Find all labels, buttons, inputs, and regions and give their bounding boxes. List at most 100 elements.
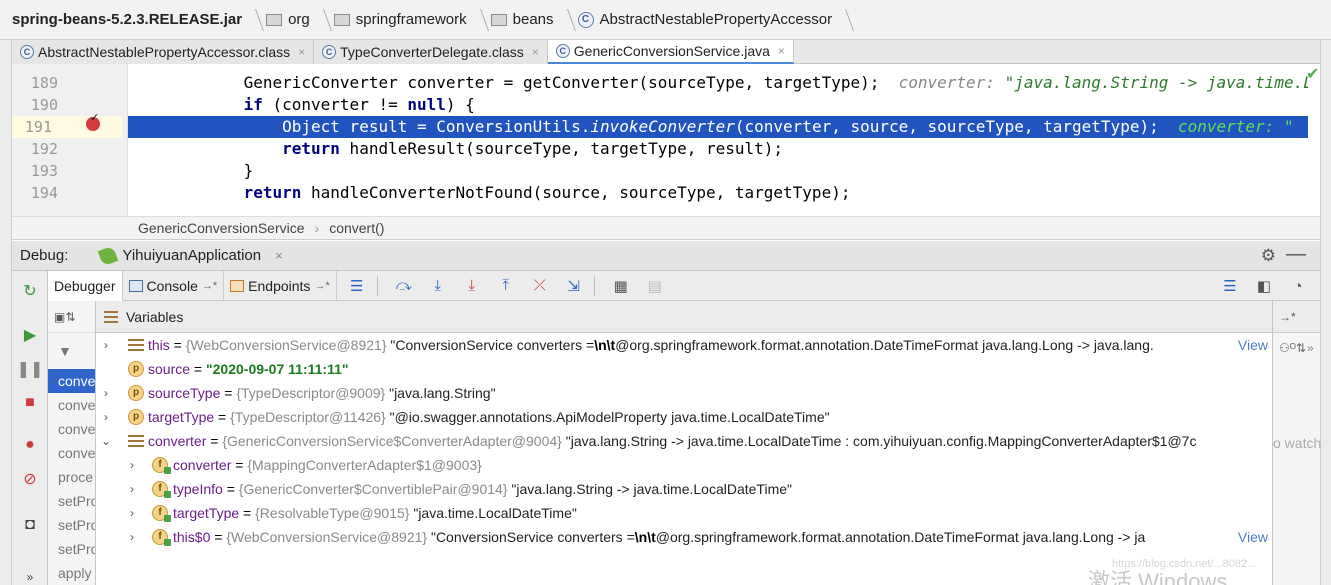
toolbar-divider bbox=[376, 275, 378, 296]
expand-arrow-icon[interactable]: › bbox=[100, 333, 112, 357]
final-field-icon: f bbox=[152, 481, 171, 498]
run-to-cursor-icon[interactable]: ⇲ bbox=[560, 274, 588, 298]
line-number: 191 bbox=[12, 116, 122, 138]
endpoints-icon bbox=[230, 279, 245, 292]
pause-icon[interactable]: ❚❚ bbox=[17, 359, 44, 379]
left-tool-strip bbox=[0, 40, 12, 585]
breadcrumb-jar[interactable]: spring-beans-5.2.3.RELEASE.jar bbox=[12, 0, 266, 40]
parameter-icon: p bbox=[128, 409, 144, 425]
expand-arrow-icon[interactable]: › bbox=[126, 453, 138, 477]
evaluate-expression-icon[interactable]: ▦ bbox=[607, 274, 635, 298]
watches-actions-icon[interactable]: ⚇ᴼ⇅ bbox=[1279, 341, 1306, 355]
frame-item[interactable]: proce bbox=[48, 465, 95, 489]
stop-icon[interactable]: ■ bbox=[20, 393, 40, 413]
breadcrumb-org[interactable]: org bbox=[266, 0, 334, 40]
step-into-icon[interactable]: ⤓ bbox=[424, 274, 452, 298]
breadcrumb-class-name[interactable]: GenericConversionService bbox=[138, 220, 305, 236]
breadcrumb-springframework[interactable]: springframework bbox=[333, 0, 491, 40]
trace-icon[interactable]: ▤ bbox=[641, 274, 669, 298]
view-breakpoints-icon[interactable]: ● bbox=[20, 435, 40, 455]
thread-icon[interactable]: ▣⇅ bbox=[54, 310, 75, 324]
frame-item[interactable]: conve bbox=[48, 417, 95, 441]
class-icon: C bbox=[555, 44, 570, 58]
editor-tabs: C AbstractNestablePropertyAccessor.class ×… bbox=[12, 40, 1320, 64]
frame-item[interactable]: setPro bbox=[48, 489, 95, 513]
minimize-icon[interactable]: — bbox=[1286, 243, 1306, 266]
breadcrumb-beans[interactable]: beans bbox=[490, 0, 578, 40]
more-icon[interactable]: » bbox=[1307, 341, 1314, 355]
settings-icon[interactable]: ◔ bbox=[1284, 274, 1312, 298]
close-icon[interactable]: × bbox=[778, 44, 785, 58]
variable-row-this0[interactable]: › f this$0 = {WebConversionService@8921}… bbox=[96, 525, 1272, 549]
close-icon[interactable]: × bbox=[275, 248, 283, 263]
force-step-into-icon[interactable]: ⤓ bbox=[458, 274, 486, 298]
expand-arrow-icon[interactable]: › bbox=[126, 525, 138, 549]
tab-generic-conversion-service[interactable]: C GenericConversionService.java × bbox=[547, 40, 794, 64]
show-frames-icon[interactable]: ☰ bbox=[343, 274, 371, 298]
variable-row-targettype-child[interactable]: › f targetType = {ResolvableType@9015} "… bbox=[96, 501, 1272, 525]
code-line-192: return handleResult(sourceType, targetTy… bbox=[128, 139, 784, 158]
editor-gutter[interactable]: 189 190 191 192 193 194 bbox=[12, 64, 128, 216]
mute-breakpoints-icon[interactable]: ⊘ bbox=[20, 469, 40, 489]
watches-toolbar-icon[interactable]: →* bbox=[1279, 310, 1296, 324]
frame-item[interactable]: apply bbox=[48, 561, 95, 585]
debug-session-tab[interactable]: YihuiyuanApplication × bbox=[98, 245, 283, 266]
close-icon[interactable]: × bbox=[298, 45, 305, 59]
step-over-icon[interactable]: ⤼ bbox=[390, 274, 418, 298]
class-icon: C bbox=[20, 45, 34, 59]
field-icon bbox=[128, 339, 144, 351]
expand-arrow-icon[interactable]: › bbox=[126, 477, 138, 501]
variable-row-sourcetype[interactable]: › p sourceType = {TypeDescriptor@9009} "… bbox=[96, 381, 1272, 405]
code-line-189: GenericConverter converter = getConverte… bbox=[128, 73, 1308, 92]
frame-item[interactable]: setPro bbox=[48, 513, 95, 537]
layout-icon[interactable]: ◧ bbox=[1250, 274, 1278, 298]
code-line-193: } bbox=[128, 161, 254, 180]
tab-abstract-nestable[interactable]: C AbstractNestablePropertyAccessor.class × bbox=[12, 40, 315, 64]
expand-arrow-icon[interactable]: › bbox=[126, 501, 138, 525]
code-line-191-current: Object result = ConversionUtils.invokeCo… bbox=[128, 116, 1308, 138]
tab-type-converter-delegate[interactable]: C TypeConverterDelegate.class × bbox=[314, 40, 548, 64]
breakpoint-icon[interactable] bbox=[86, 111, 100, 131]
variable-row-converter[interactable]: ⌄ converter = {GenericConversionService$… bbox=[96, 429, 1272, 453]
final-field-icon: f bbox=[152, 529, 171, 546]
collapse-arrow-icon[interactable]: ⌄ bbox=[100, 429, 112, 453]
variable-row-source[interactable]: p source = "2020-09-07 11:11:11" bbox=[96, 357, 1272, 381]
code-editor[interactable]: GenericConverter converter = getConverte… bbox=[128, 64, 1308, 216]
resume-icon[interactable]: ▶ bbox=[20, 325, 40, 345]
tab-debugger[interactable]: Debugger bbox=[48, 270, 123, 301]
line-number: 192 bbox=[30, 140, 58, 158]
more-icon[interactable]: » bbox=[20, 567, 40, 585]
variable-row-targettype[interactable]: › p targetType = {TypeDescriptor@11426} … bbox=[96, 405, 1272, 429]
frame-item[interactable]: setPro bbox=[48, 537, 95, 561]
breadcrumb-class[interactable]: C AbstractNestablePropertyAccessor bbox=[577, 0, 857, 40]
gear-icon[interactable]: ⚙ bbox=[1261, 246, 1276, 266]
parameter-icon: p bbox=[128, 361, 144, 377]
debug-label: Debug: bbox=[20, 247, 69, 264]
tab-endpoints[interactable]: Endpoints →* bbox=[224, 270, 337, 301]
view-link[interactable]: View bbox=[1231, 333, 1268, 357]
folder-icon bbox=[266, 13, 283, 26]
tab-console[interactable]: Console →* bbox=[123, 270, 225, 301]
close-icon[interactable]: × bbox=[532, 45, 539, 59]
restore-layout-icon[interactable]: ☰ bbox=[1216, 274, 1244, 298]
expand-arrow-icon[interactable]: › bbox=[100, 381, 112, 405]
camera-icon[interactable]: ◘ bbox=[20, 515, 40, 535]
filter-icon[interactable]: ▼ bbox=[48, 333, 95, 369]
rerun-icon[interactable]: ↻ bbox=[20, 281, 40, 301]
folder-icon bbox=[333, 13, 350, 26]
breadcrumb-method[interactable]: convert() bbox=[329, 220, 384, 236]
frame-item[interactable]: conve bbox=[48, 441, 95, 465]
debugger-toolbar: Debugger Console →* Endpoints →* ☰ ⤼ ⤓ ⤓ ⤒… bbox=[48, 270, 1320, 301]
frame-item[interactable]: conve bbox=[48, 369, 95, 393]
step-out-icon[interactable]: ⤒ bbox=[492, 274, 520, 298]
variable-row-converter-child[interactable]: › f converter = {MappingConverterAdapter… bbox=[96, 453, 1272, 477]
variable-row-this[interactable]: › this = {WebConversionService@8921} "Co… bbox=[96, 333, 1272, 357]
pin-icon: →* bbox=[314, 279, 330, 292]
view-link[interactable]: View bbox=[1231, 525, 1268, 549]
variables-panel: Variables › this = {WebConversionService… bbox=[96, 301, 1272, 585]
variable-row-typeinfo[interactable]: › f typeInfo = {GenericConverter$Convert… bbox=[96, 477, 1272, 501]
line-number: 194 bbox=[30, 184, 58, 202]
drop-frame-icon[interactable]: ⤫ bbox=[526, 274, 554, 298]
frame-item[interactable]: conve bbox=[48, 393, 95, 417]
expand-arrow-icon[interactable]: › bbox=[100, 405, 112, 429]
